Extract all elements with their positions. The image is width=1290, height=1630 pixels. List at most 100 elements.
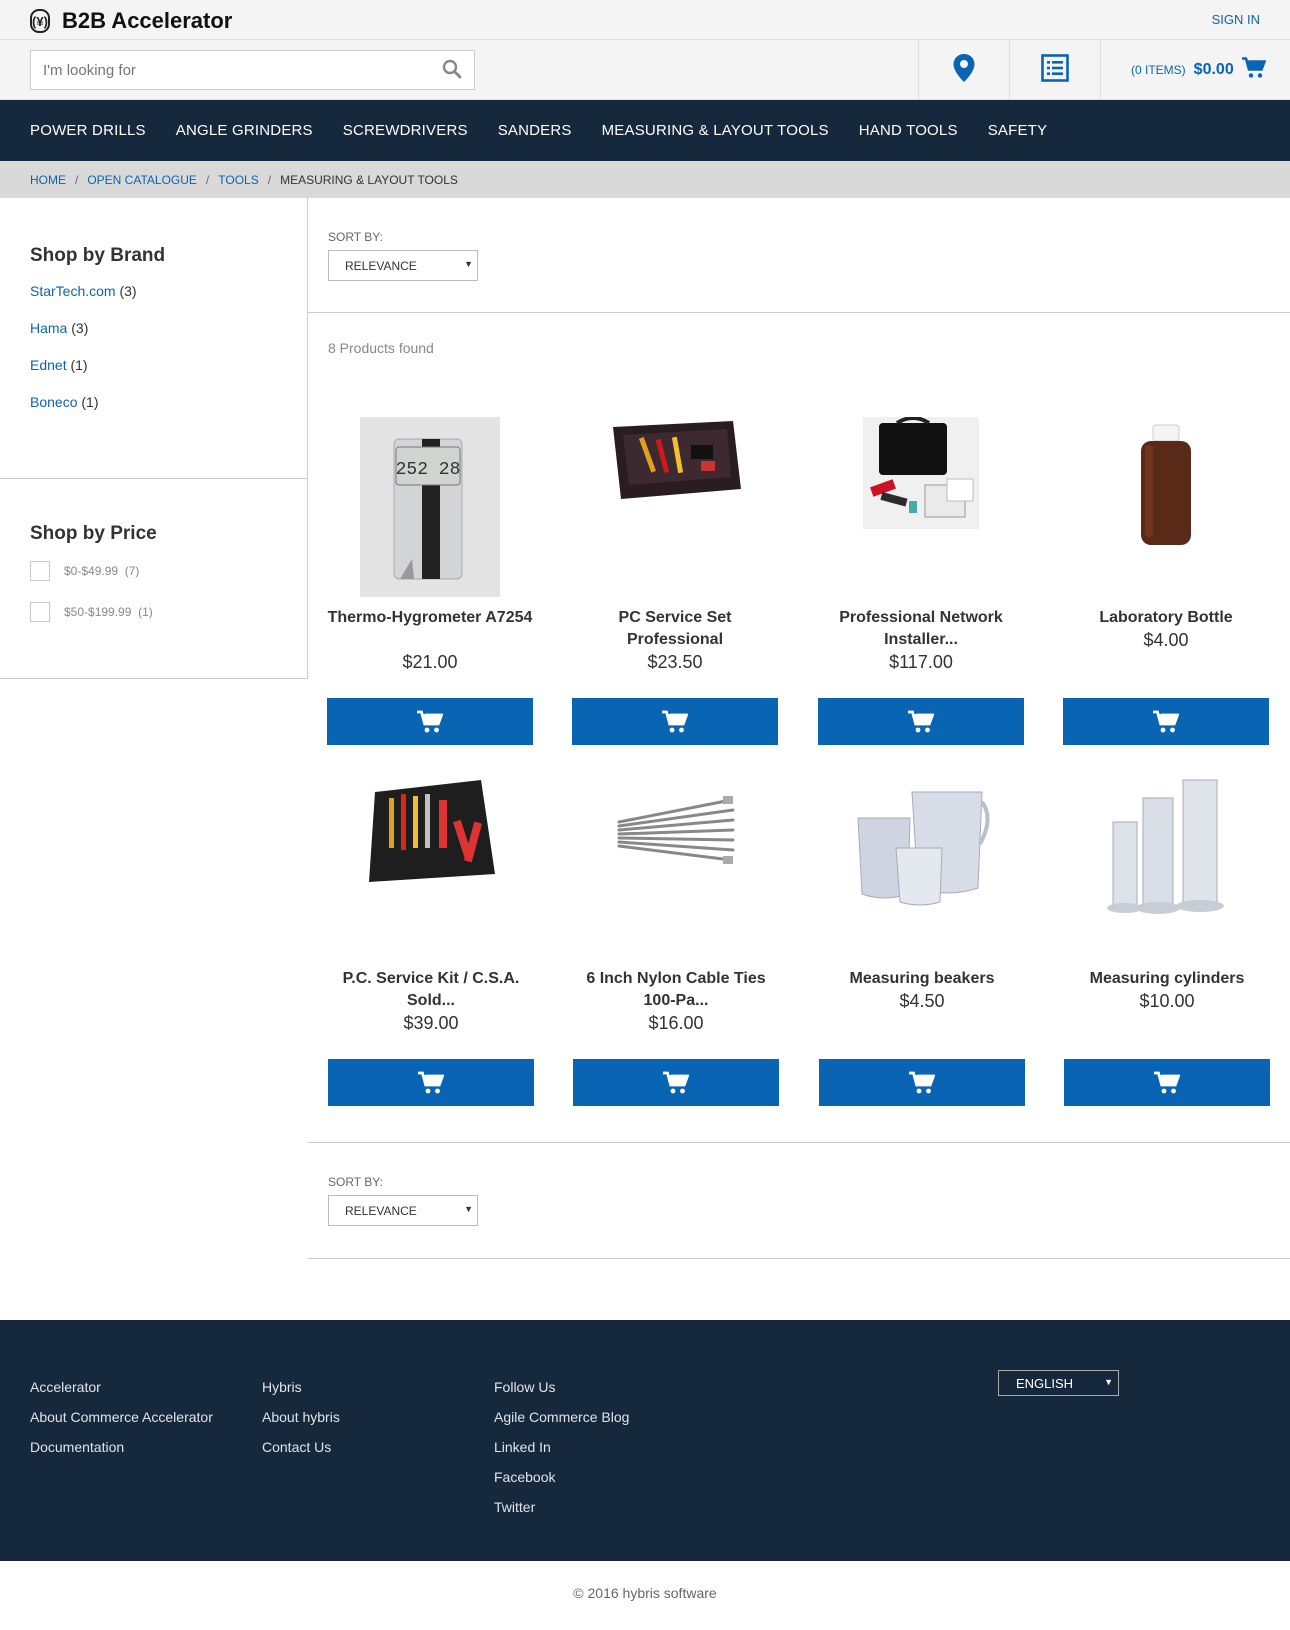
nav-safety[interactable]: SAFETY (988, 122, 1048, 139)
price-range-count: (7) (124, 564, 140, 578)
footer-link[interactable]: About hybris (262, 1408, 340, 1426)
product-tile: Measuring beakers $4.50 (819, 778, 1025, 1012)
quick-order-button[interactable] (1009, 40, 1100, 100)
cart-icon (663, 1071, 689, 1093)
product-tile: Laboratory Bottle $4.00 (1063, 417, 1269, 651)
top-bar: (¥) B2B Accelerator SIGN IN (0, 0, 1290, 40)
brand-count: (1) (70, 357, 88, 373)
footer-link[interactable]: Linked In (494, 1438, 629, 1456)
facet-sidebar: Shop by Brand StarTech.com (3) Hama (3) … (0, 198, 308, 679)
nav-hand-tools[interactable]: HAND TOOLS (859, 122, 958, 139)
product-price: $4.50 (899, 991, 945, 1011)
add-to-cart-button[interactable] (1064, 1059, 1270, 1106)
product-price: $23.50 (647, 652, 703, 672)
product-image[interactable]: 252 28 (327, 417, 533, 597)
product-name[interactable]: 6 Inch Nylon Cable Ties 100-Pa... (573, 968, 779, 1012)
product-image[interactable] (572, 417, 778, 597)
add-to-cart-button[interactable] (1063, 698, 1269, 745)
breadcrumb-separator: / (267, 172, 272, 187)
product-image[interactable] (328, 778, 534, 958)
logo-mark: (¥) (30, 9, 50, 33)
product-price: $4.00 (1143, 630, 1189, 650)
footer-link[interactable]: Contact Us (262, 1438, 340, 1456)
breadcrumb-home[interactable]: HOME (30, 173, 66, 187)
brand-count: (3) (71, 320, 89, 336)
add-to-cart-button[interactable] (819, 1059, 1025, 1106)
brand-facet-title: Shop by Brand (30, 245, 166, 266)
price-checkbox[interactable] (30, 561, 50, 581)
footer-link[interactable]: Facebook (494, 1468, 629, 1486)
sign-in-link[interactable]: SIGN IN (1212, 12, 1260, 27)
search-input[interactable] (31, 51, 421, 89)
price-range-count: (1) (138, 605, 153, 619)
product-image[interactable] (1063, 417, 1269, 597)
price-range-label: $0-$49.99 (64, 564, 119, 578)
footer-link[interactable]: Follow Us (494, 1378, 629, 1396)
language-select[interactable]: ENGLISH ▼ (998, 1370, 1119, 1396)
map-pin-icon (952, 53, 976, 88)
nav-measuring-layout-tools[interactable]: MEASURING & LAYOUT TOOLS (602, 122, 829, 139)
price-facet: Shop by Price $0-$49.99 (7) $50-$199.99 … (0, 479, 308, 679)
nav-screwdrivers[interactable]: SCREWDRIVERS (343, 122, 468, 139)
product-listing: SORT BY: RELEVANCE ▼ 8 Products found 25… (308, 198, 1290, 1259)
mini-cart[interactable]: (0 ITEMS) $0.00 (1100, 40, 1290, 100)
store-finder-button[interactable] (918, 40, 1009, 100)
price-facet-item[interactable]: $0-$49.99 (7) (30, 561, 277, 581)
search-icon[interactable] (442, 59, 464, 81)
footer: Accelerator About Commerce Accelerator D… (0, 1320, 1290, 1561)
footer-link[interactable]: Agile Commerce Blog (494, 1408, 629, 1426)
breadcrumb: HOME / OPEN CATALOGUE / TOOLS / MEASURIN… (0, 161, 1290, 198)
product-name[interactable]: P.C. Service Kit / C.S.A. Sold... (328, 968, 534, 1012)
breadcrumb-open-catalogue[interactable]: OPEN CATALOGUE (87, 173, 197, 187)
footer-link[interactable]: Hybris (262, 1378, 340, 1396)
product-name[interactable]: Measuring cylinders (1064, 968, 1270, 990)
product-name[interactable]: Laboratory Bottle (1063, 607, 1269, 629)
brand-link-ednet[interactable]: Ednet (30, 357, 67, 373)
site-logo[interactable]: (¥) B2B Accelerator (30, 8, 232, 34)
brand-link-startech[interactable]: StarTech.com (30, 283, 116, 299)
price-facet-item[interactable]: $50-$199.99 (1) (30, 602, 277, 622)
breadcrumb-current: MEASURING & LAYOUT TOOLS (280, 172, 458, 187)
footer-link[interactable]: Documentation (30, 1438, 213, 1456)
cart-icon (908, 710, 934, 732)
product-name[interactable]: Thermo-Hygrometer A7254 (327, 607, 533, 651)
product-tile: Measuring cylinders $10.00 (1064, 778, 1270, 1012)
footer-link[interactable]: Twitter (494, 1498, 629, 1516)
product-image[interactable] (819, 778, 1025, 958)
sort-select[interactable]: RELEVANCE ▼ (328, 250, 478, 281)
product-image[interactable] (573, 778, 779, 958)
sort-bar-bottom: SORT BY: RELEVANCE ▼ (308, 1142, 1290, 1259)
product-image[interactable] (1064, 778, 1270, 958)
sort-label: SORT BY: (328, 1175, 383, 1189)
footer-column-follow-us: Follow Us Agile Commerce Blog Linked In … (494, 1378, 629, 1528)
nav-power-drills[interactable]: POWER DRILLS (30, 122, 146, 139)
add-to-cart-button[interactable] (327, 698, 533, 745)
nav-sanders[interactable]: SANDERS (498, 122, 572, 139)
add-to-cart-button[interactable] (573, 1059, 779, 1106)
product-price: $21.00 (402, 652, 458, 672)
add-to-cart-button[interactable] (818, 698, 1024, 745)
breadcrumb-tools[interactable]: TOOLS (218, 173, 258, 187)
dropdown-arrow-icon: ▼ (464, 259, 473, 269)
product-name[interactable]: Professional Network Installer... (818, 607, 1024, 651)
footer-link[interactable]: About Commerce Accelerator (30, 1408, 213, 1426)
main-navigation: POWER DRILLS ANGLE GRINDERS SCREWDRIVERS… (0, 100, 1290, 161)
dropdown-arrow-icon: ▼ (464, 1204, 473, 1214)
sort-select[interactable]: RELEVANCE ▼ (328, 1195, 478, 1226)
brand-facet-item: Ednet (1) (30, 357, 277, 373)
nav-angle-grinders[interactable]: ANGLE GRINDERS (176, 122, 313, 139)
product-name[interactable]: PC Service Set Professional (572, 607, 778, 651)
price-checkbox[interactable] (30, 602, 50, 622)
product-price: $16.00 (648, 1013, 704, 1033)
brand-link-hama[interactable]: Hama (30, 320, 67, 336)
product-name[interactable]: Measuring beakers (819, 968, 1025, 990)
product-image[interactable] (818, 417, 1024, 597)
cart-item-count: (0 ITEMS) (1131, 63, 1186, 77)
brand-link-boneco[interactable]: Boneco (30, 394, 77, 410)
product-tile: PC Service Set Professional $23.50 (572, 417, 778, 673)
sort-select-value: RELEVANCE (345, 1203, 417, 1218)
footer-link[interactable]: Accelerator (30, 1378, 213, 1396)
add-to-cart-button[interactable] (572, 698, 778, 745)
add-to-cart-button[interactable] (328, 1059, 534, 1106)
brand-count: (1) (81, 394, 99, 410)
